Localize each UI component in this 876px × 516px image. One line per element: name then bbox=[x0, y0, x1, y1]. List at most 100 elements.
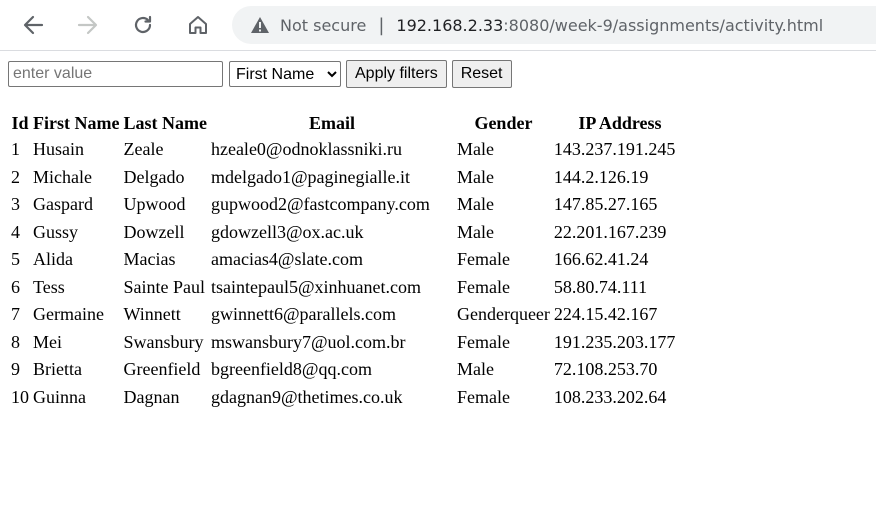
header-gender: Gender bbox=[474, 113, 533, 133]
cell-id: 7 bbox=[11, 304, 20, 325]
cell-gender: Male bbox=[456, 139, 494, 160]
cell-email: bgreenfield8@qq.com bbox=[210, 359, 372, 380]
table-row: 6 Tess Sainte Paul tsaintepaul5@xinhuane… bbox=[10, 275, 687, 301]
reload-button[interactable] bbox=[126, 8, 160, 42]
cell-gender: Female bbox=[456, 331, 510, 352]
table-header: Id First Name Last Name Email Gender IP … bbox=[10, 112, 687, 135]
cell-id: 5 bbox=[11, 249, 20, 270]
cell-first-name: Alida bbox=[33, 249, 73, 270]
apply-filters-button[interactable]: Apply filters bbox=[346, 60, 447, 88]
table-row: 7 Germaine Winnett gwinnett6@parallels.c… bbox=[10, 302, 687, 328]
cell-email: tsaintepaul5@xinhuanet.com bbox=[210, 276, 421, 297]
cell-email: gdagnan9@thetimes.co.uk bbox=[210, 386, 403, 407]
table-body: 1 Husain Zeale hzeale0@odnoklassniki.ru … bbox=[10, 137, 687, 410]
cell-last-name: Swansbury bbox=[123, 331, 204, 352]
header-id: Id bbox=[11, 113, 29, 133]
cell-first-name: Germaine bbox=[33, 304, 104, 325]
people-table: Id First Name Last Name Email Gender IP … bbox=[8, 110, 689, 412]
home-icon bbox=[189, 16, 207, 34]
cell-gender: Female bbox=[456, 386, 510, 407]
cell-id: 1 bbox=[11, 139, 20, 160]
table-row: 10 Guinna Dagnan gdagnan9@thetimes.co.uk… bbox=[10, 385, 687, 411]
cell-ip-address: 108.233.202.64 bbox=[553, 386, 667, 407]
header-ip-address: IP Address bbox=[578, 113, 662, 133]
cell-last-name: Winnett bbox=[123, 304, 181, 325]
forward-arrow-icon bbox=[77, 15, 98, 35]
reload-icon bbox=[134, 15, 152, 34]
cell-first-name: Gussy bbox=[33, 221, 79, 242]
cell-id: 3 bbox=[11, 194, 20, 215]
cell-id: 4 bbox=[11, 221, 20, 242]
cell-last-name: Upwood bbox=[123, 194, 186, 215]
reset-button[interactable]: Reset bbox=[451, 60, 512, 88]
cell-email: mswansbury7@uol.com.br bbox=[210, 331, 406, 352]
header-row: Id First Name Last Name Email Gender IP … bbox=[10, 112, 687, 135]
cell-last-name: Delgado bbox=[123, 166, 185, 187]
url-path: :8080/week-9/assignments/activity.html bbox=[503, 15, 824, 35]
cell-email: gwinnett6@parallels.com bbox=[210, 304, 396, 325]
table-row: 4 Gussy Dowzell gdowzell3@ox.ac.uk Male … bbox=[10, 220, 687, 246]
cell-first-name: Mei bbox=[33, 331, 62, 352]
cell-id: 10 bbox=[11, 386, 29, 407]
cell-ip-address: 191.235.203.177 bbox=[553, 331, 676, 352]
table-row: 3 Gaspard Upwood gupwood2@fastcompany.co… bbox=[10, 192, 687, 218]
table-row: 5 Alida Macias amacias4@slate.com Female… bbox=[10, 247, 687, 273]
home-button[interactable] bbox=[181, 8, 215, 42]
cell-gender: Male bbox=[456, 166, 494, 187]
cell-ip-address: 58.80.74.111 bbox=[553, 276, 648, 297]
cell-first-name: Husain bbox=[33, 139, 84, 160]
address-bar[interactable]: Not secure | 192.168.2.33:8080/week-9/as… bbox=[232, 6, 876, 44]
filter-value-input[interactable] bbox=[8, 61, 223, 87]
cell-last-name: Sainte Paul bbox=[123, 276, 205, 297]
table-row: 1 Husain Zeale hzeale0@odnoklassniki.ru … bbox=[10, 137, 687, 163]
url-host: 192.168.2.33 bbox=[396, 15, 504, 35]
cell-last-name: Zeale bbox=[123, 139, 164, 160]
cell-email: gupwood2@fastcompany.com bbox=[210, 194, 430, 215]
table-row: 9 Brietta Greenfield bgreenfield8@qq.com… bbox=[10, 357, 687, 383]
cell-ip-address: 22.201.167.239 bbox=[553, 221, 667, 242]
cell-first-name: Gaspard bbox=[33, 194, 93, 215]
cell-last-name: Dowzell bbox=[123, 221, 185, 242]
filter-bar: First Name Apply filters Reset bbox=[8, 60, 512, 88]
cell-ip-address: 147.85.27.165 bbox=[553, 194, 658, 215]
table-row: 8 Mei Swansbury mswansbury7@uol.com.br F… bbox=[10, 330, 687, 356]
cell-first-name: Brietta bbox=[33, 359, 82, 380]
cell-ip-address: 143.237.191.245 bbox=[553, 139, 676, 160]
table-row: 2 Michale Delgado mdelgado1@paginegialle… bbox=[10, 165, 687, 191]
cell-ip-address: 72.108.253.70 bbox=[553, 359, 658, 380]
cell-id: 8 bbox=[11, 331, 20, 352]
cell-last-name: Macias bbox=[123, 249, 176, 270]
warning-icon bbox=[250, 16, 270, 34]
security-status-label[interactable]: Not secure bbox=[280, 16, 366, 35]
cell-ip-address: 166.62.41.24 bbox=[553, 249, 649, 270]
header-first-name: First Name bbox=[33, 113, 120, 133]
cell-ip-address: 224.15.42.167 bbox=[553, 304, 658, 325]
header-email: Email bbox=[308, 113, 355, 133]
address-separator: | bbox=[378, 14, 385, 36]
back-arrow-icon bbox=[23, 15, 44, 35]
cell-last-name: Greenfield bbox=[123, 359, 201, 380]
cell-gender: Male bbox=[456, 221, 494, 242]
cell-email: gdowzell3@ox.ac.uk bbox=[210, 221, 364, 242]
cell-last-name: Dagnan bbox=[123, 386, 180, 407]
cell-first-name: Tess bbox=[33, 276, 65, 297]
cell-id: 9 bbox=[11, 359, 20, 380]
cell-gender: Genderqueer bbox=[456, 304, 550, 325]
cell-email: amacias4@slate.com bbox=[210, 249, 363, 270]
cell-gender: Male bbox=[456, 194, 494, 215]
filter-field-select[interactable]: First Name bbox=[229, 61, 341, 87]
browser-toolbar: Not secure | 192.168.2.33:8080/week-9/as… bbox=[0, 0, 876, 51]
cell-gender: Female bbox=[456, 276, 510, 297]
header-last-name: Last Name bbox=[123, 113, 207, 133]
cell-gender: Female bbox=[456, 249, 510, 270]
back-button[interactable] bbox=[16, 8, 50, 42]
cell-id: 6 bbox=[11, 276, 20, 297]
cell-gender: Male bbox=[456, 359, 494, 380]
cell-email: mdelgado1@paginegialle.it bbox=[210, 166, 410, 187]
cell-ip-address: 144.2.126.19 bbox=[553, 166, 649, 187]
cell-email: hzeale0@odnoklassniki.ru bbox=[210, 139, 402, 160]
cell-first-name: Michale bbox=[33, 166, 92, 187]
cell-first-name: Guinna bbox=[33, 386, 86, 407]
cell-id: 2 bbox=[11, 166, 20, 187]
forward-button[interactable] bbox=[71, 8, 105, 42]
